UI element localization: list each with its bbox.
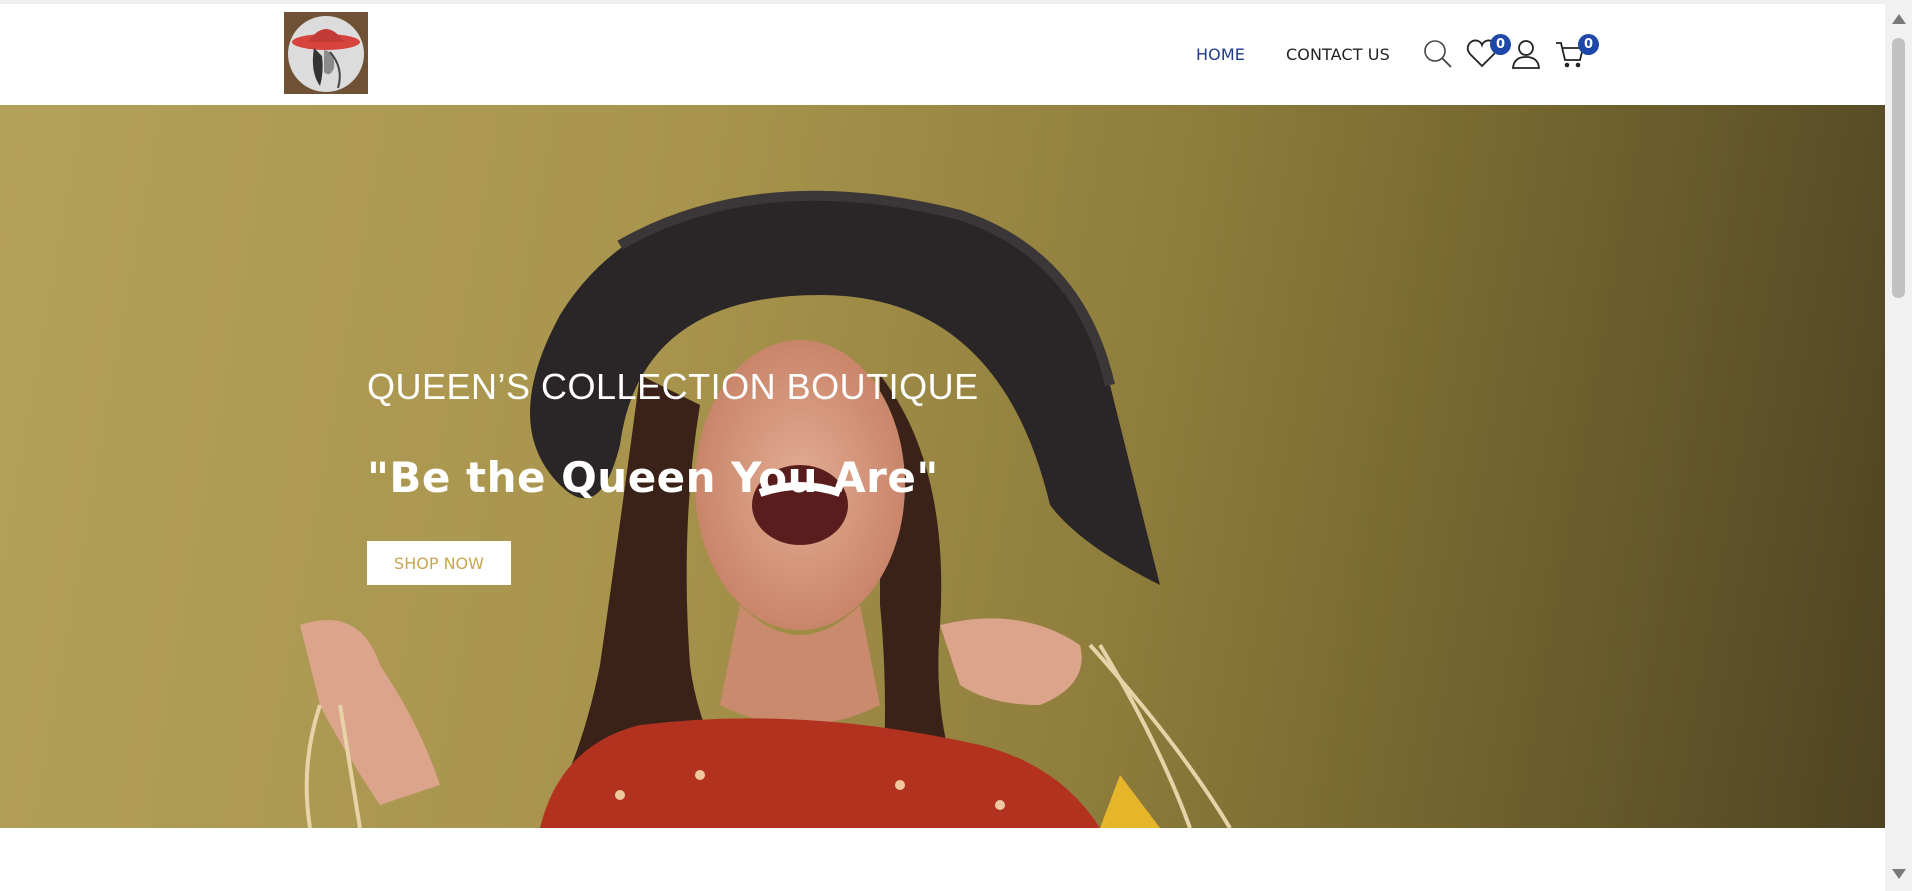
page-scrollbar[interactable] (1885, 0, 1912, 891)
scroll-down-arrow-icon[interactable] (1892, 869, 1906, 879)
hero-banner: QUEEN’S COLLECTION BOUTIQUE "Be the Quee… (0, 105, 1885, 828)
cart-count-badge: 0 (1578, 34, 1599, 55)
search-icon[interactable] (1422, 38, 1456, 72)
shop-now-button[interactable]: SHOP NOW (367, 541, 511, 585)
nav-contact-link[interactable]: CONTACT US (1286, 45, 1390, 64)
cart-button[interactable]: 0 (1554, 34, 1599, 74)
site-logo[interactable] (284, 12, 368, 94)
wishlist-count-badge: 0 (1490, 34, 1511, 55)
hero-kicker: QUEEN’S COLLECTION BOUTIQUE (367, 366, 979, 407)
wishlist-button[interactable]: 0 (1466, 34, 1511, 74)
heart-icon (1466, 39, 1498, 74)
scrollbar-thumb[interactable] (1892, 38, 1905, 298)
nav-home-link[interactable]: HOME (1196, 45, 1245, 64)
cart-icon (1554, 42, 1586, 74)
logo-illustration (284, 12, 368, 94)
scroll-up-arrow-icon[interactable] (1892, 14, 1906, 24)
site-header: HOME CONTACT US 0 0 (0, 4, 1885, 105)
hero-photo (300, 190, 1232, 828)
hero-title: "Be the Queen You Are" (367, 453, 939, 502)
user-icon[interactable] (1510, 38, 1544, 72)
